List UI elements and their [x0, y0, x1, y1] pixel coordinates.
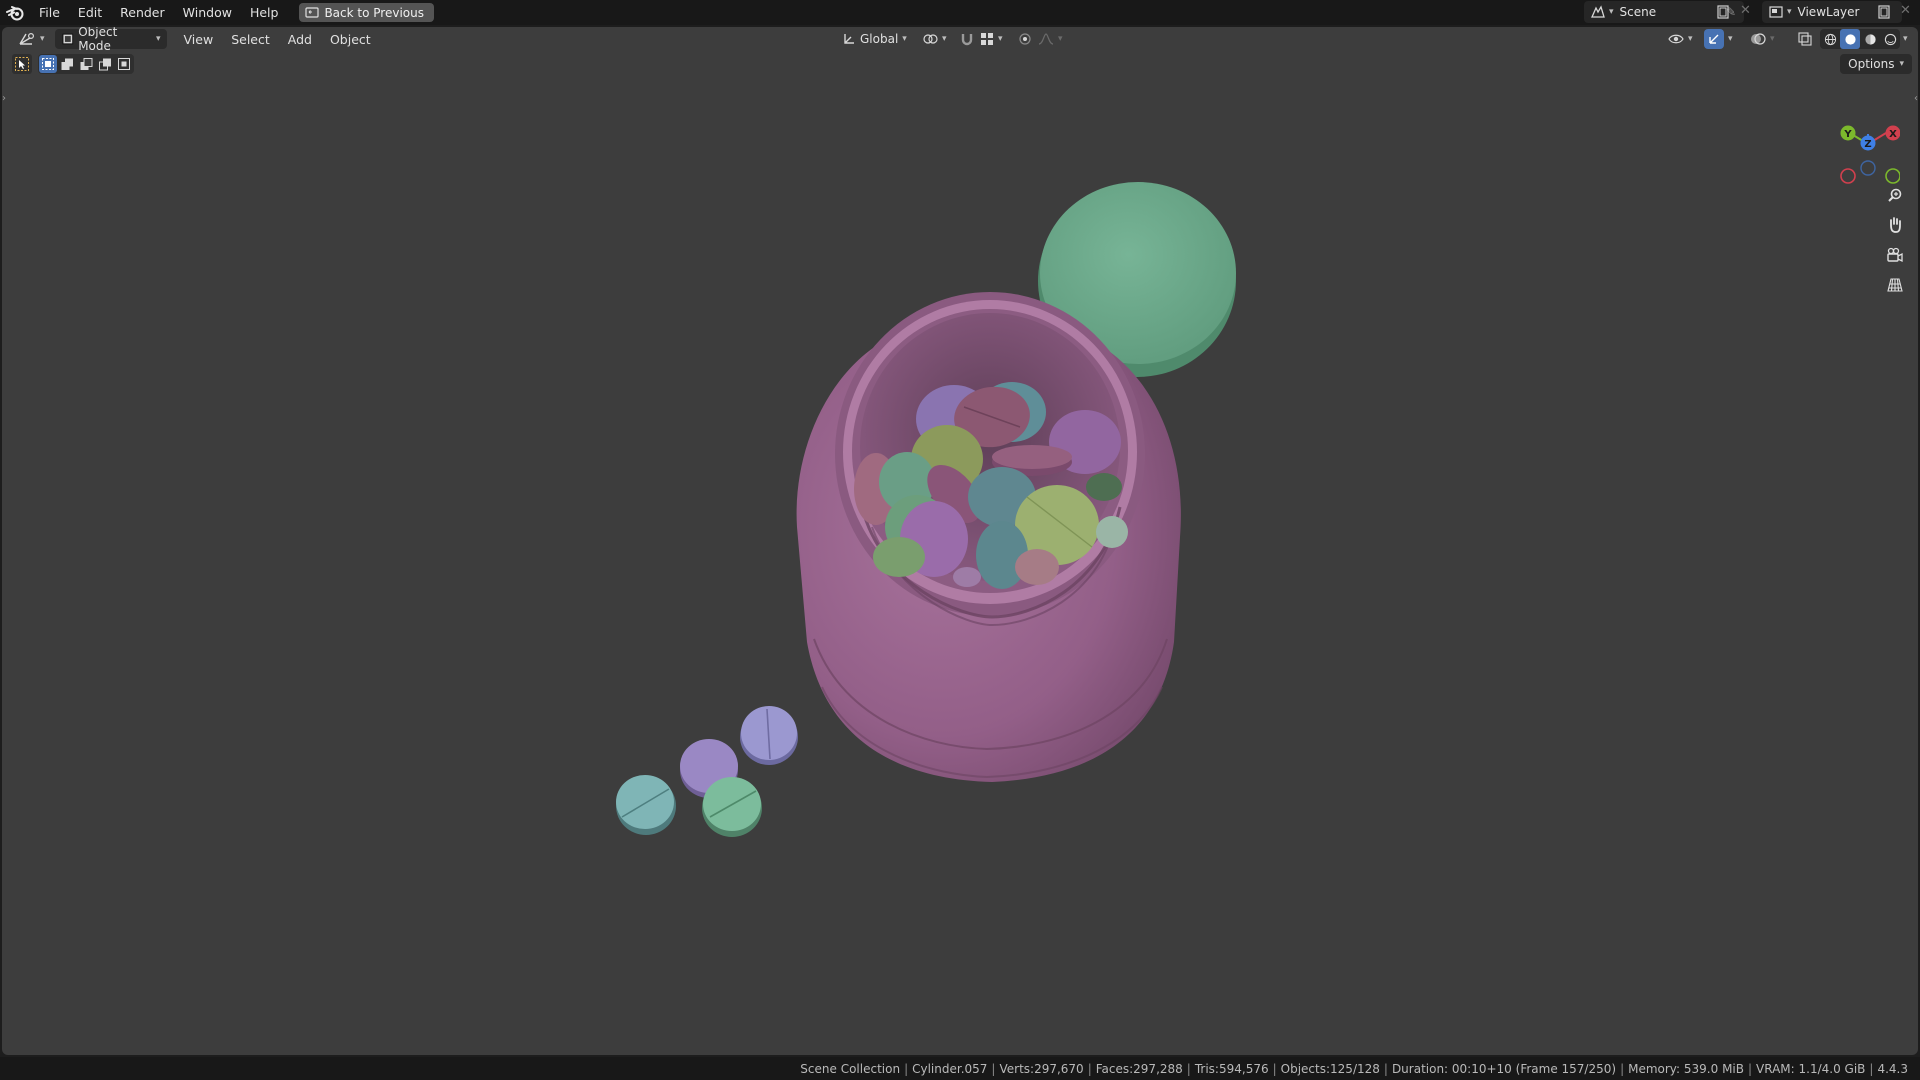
scene-name[interactable]: Scene	[1614, 5, 1663, 19]
status-verts: Verts:297,670	[999, 1061, 1084, 1076]
blender-logo-icon[interactable]	[0, 0, 30, 25]
status-collection: Scene Collection	[800, 1061, 901, 1076]
close-icon[interactable]: ✕	[1740, 3, 1751, 18]
view-layer-name[interactable]: ViewLayer	[1792, 5, 1866, 19]
status-vram: VRAM: 1.1/4.0 GiB	[1756, 1061, 1866, 1076]
status-version: 4.4.3	[1877, 1061, 1908, 1076]
new-view-layer-icon[interactable]	[1876, 4, 1892, 23]
3d-viewport[interactable]: ▾ Object Mode ▾ View Select Add Object G…	[2, 27, 1918, 1055]
menu-window[interactable]: Window	[174, 0, 241, 25]
status-active-object: Cylinder.057	[912, 1061, 988, 1076]
status-duration: Duration: 00:10+10 (Frame 157/250)	[1391, 1061, 1617, 1076]
menu-edit[interactable]: Edit	[69, 0, 111, 25]
status-tris: Tris:594,576	[1194, 1061, 1269, 1076]
scene-render[interactable]	[2, 27, 1918, 1055]
menu-file[interactable]: File	[30, 0, 69, 25]
top-menu-bar: File Edit Render Window Help Back to Pre…	[0, 0, 1920, 25]
status-memory: Memory: 539.0 MiB	[1628, 1061, 1744, 1076]
scene-icon	[1584, 5, 1609, 19]
new-scene-icon[interactable]	[1715, 4, 1731, 20]
back-to-previous-label: Back to Previous	[324, 5, 424, 20]
loose-pills	[616, 706, 798, 837]
close-icon[interactable]: ✕	[1900, 3, 1911, 18]
menu-render[interactable]: Render	[111, 0, 174, 25]
screen-icon	[305, 6, 320, 18]
menu-help[interactable]: Help	[241, 0, 288, 25]
status-faces: Faces:297,288	[1095, 1061, 1183, 1076]
status-bar: Scene Collection | Cylinder.057 | Verts:29…	[0, 1057, 1920, 1080]
render-layers-icon	[1762, 5, 1787, 19]
status-objects: Objects:125/128	[1280, 1061, 1380, 1076]
back-to-previous-button[interactable]: Back to Previous	[299, 3, 434, 22]
